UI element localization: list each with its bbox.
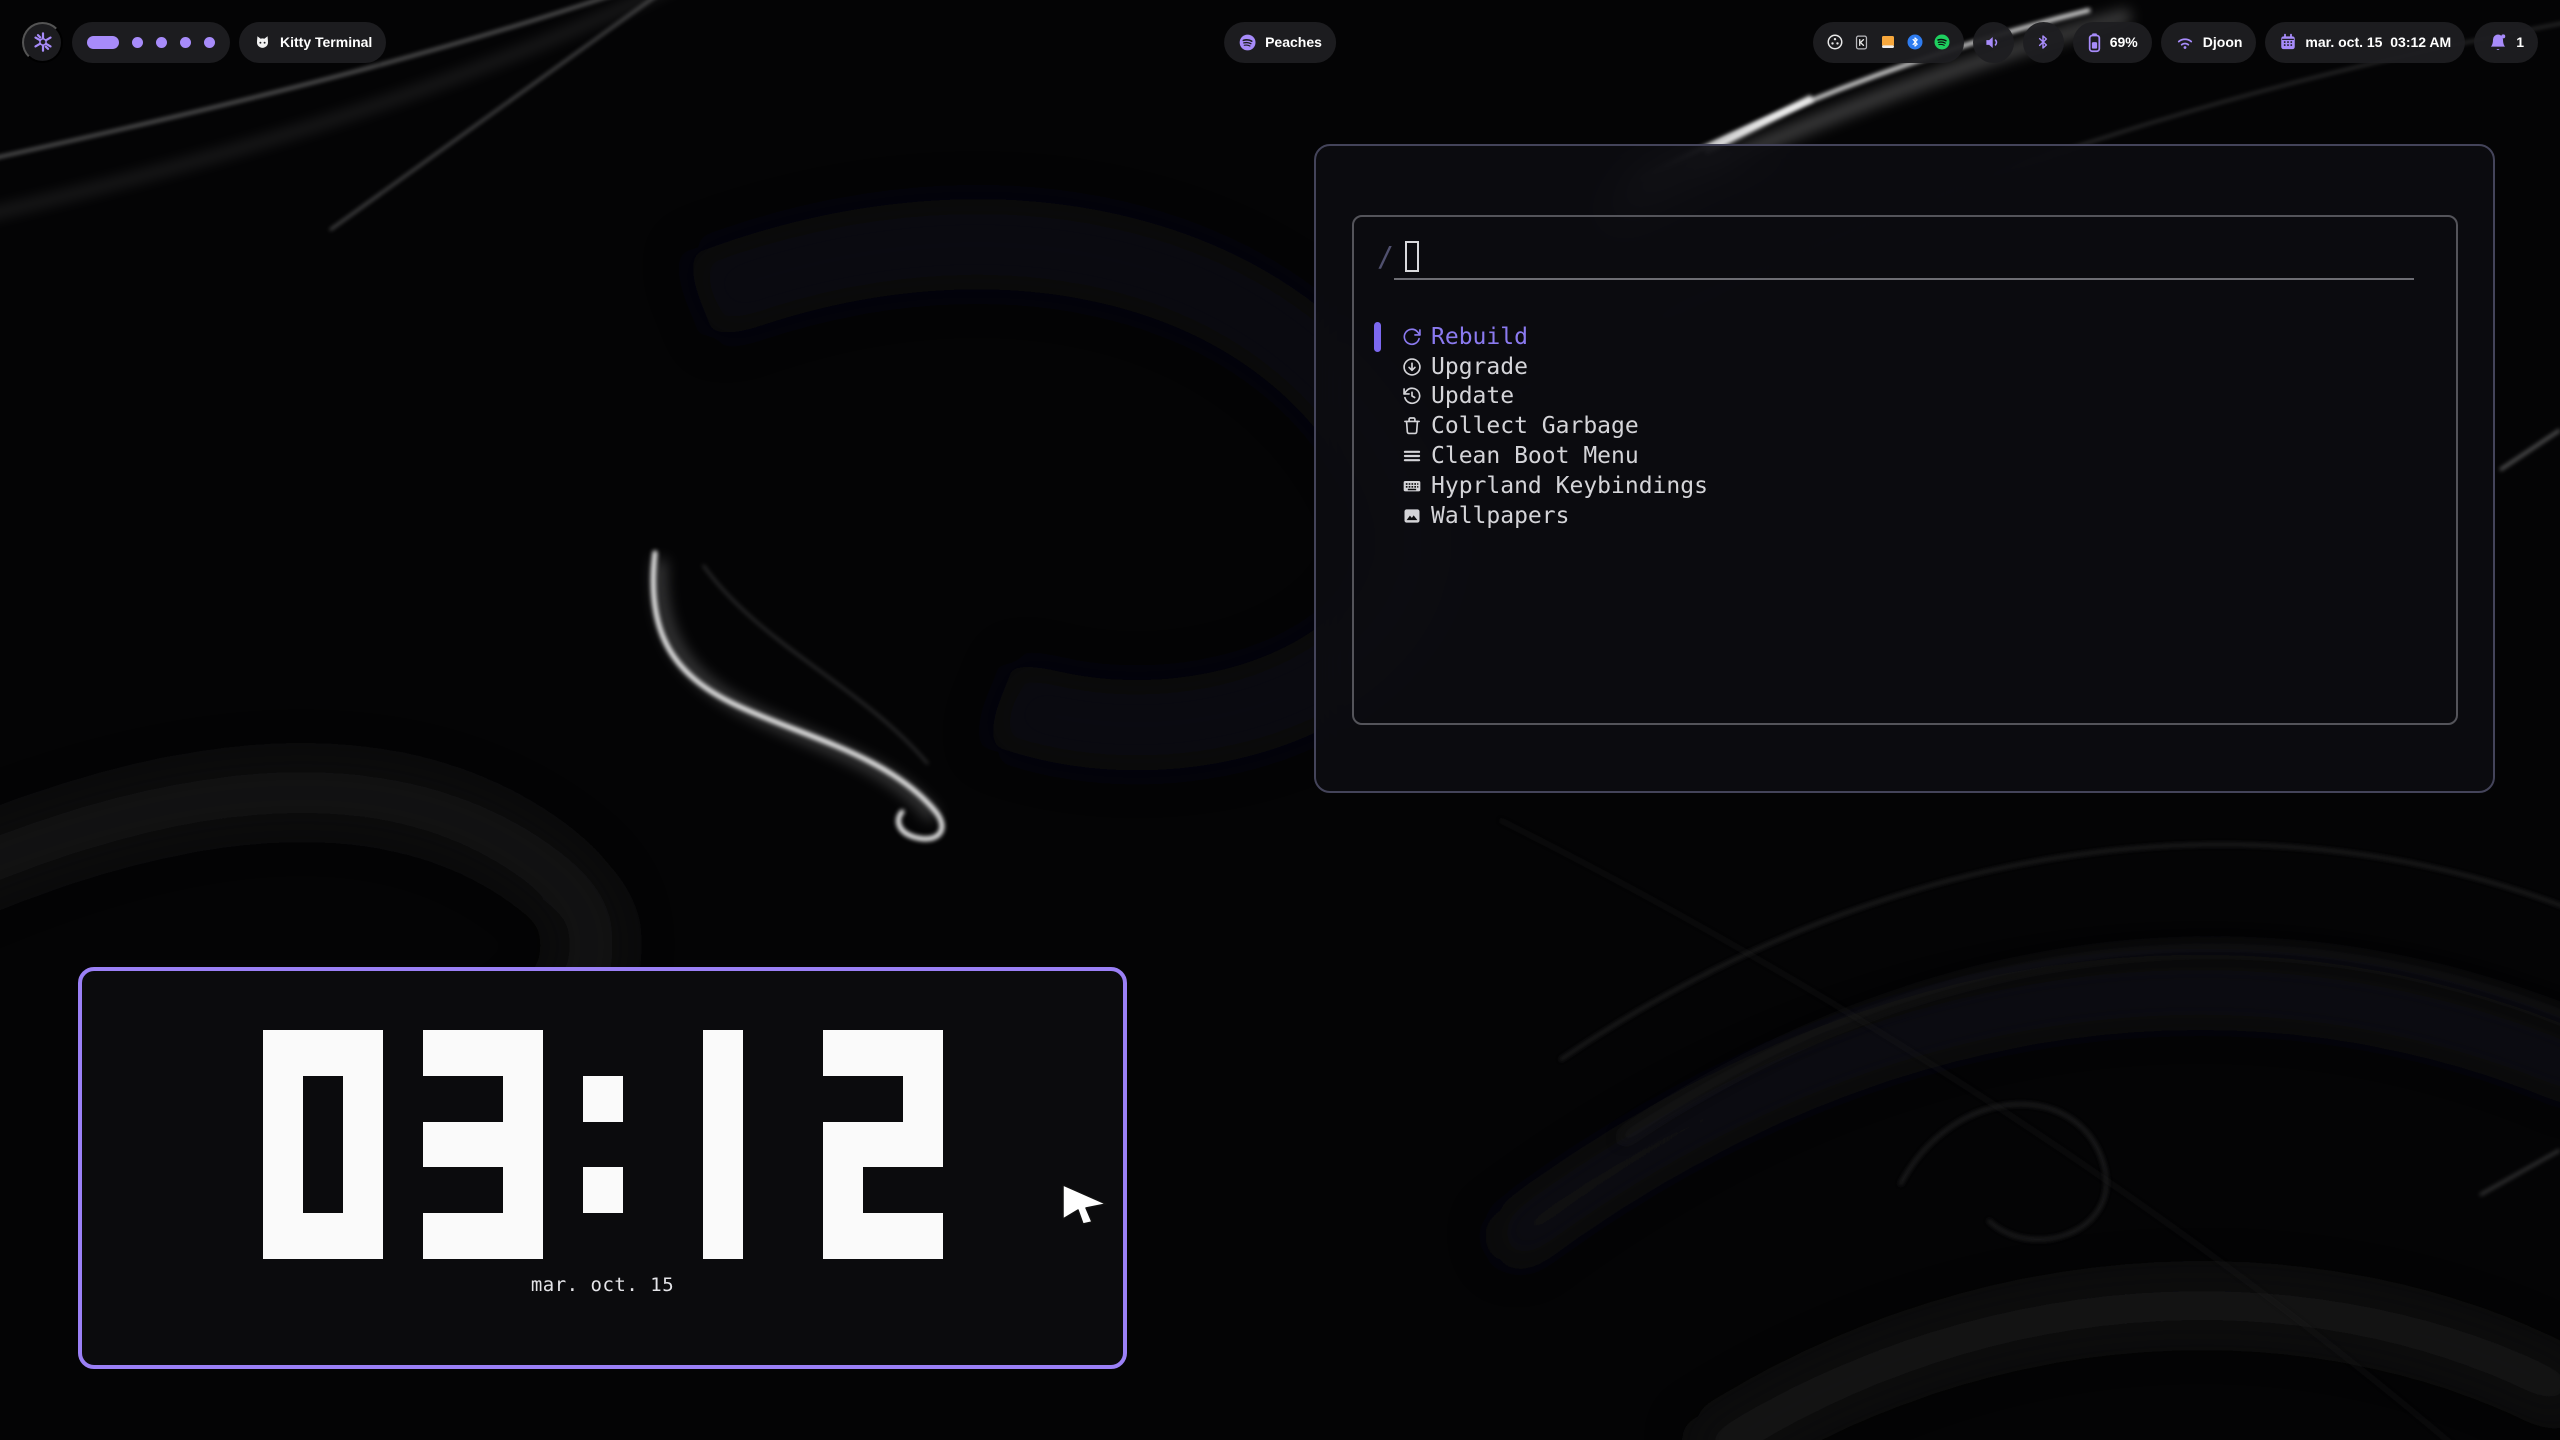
clock-digit <box>423 1030 543 1259</box>
notifications-pill[interactable]: 1 <box>2474 22 2538 63</box>
media-track-title: Peaches <box>1265 34 1322 50</box>
wifi-icon <box>2175 32 2195 52</box>
spotify-badge-icon[interactable] <box>1933 33 1951 51</box>
top-bar-left: Kitty Terminal <box>22 22 386 63</box>
launcher-inner-box: / Rebuild <box>1352 215 2458 725</box>
workspace-dot[interactable] <box>204 37 215 48</box>
system-tray <box>1813 22 1964 63</box>
menu-item-label: Clean Boot Menu <box>1431 443 1639 469</box>
menu-item-label: Wallpapers <box>1431 503 1569 529</box>
launcher-button[interactable] <box>22 22 63 63</box>
datetime-pill[interactable]: mar. oct. 15 03:12 AM <box>2265 22 2465 63</box>
files-icon[interactable] <box>1879 33 1897 51</box>
workspace-dot[interactable] <box>180 37 191 48</box>
menu-item-label: Update <box>1431 383 1514 409</box>
menu-item-wallpapers[interactable]: Wallpapers <box>1374 501 2436 531</box>
keyboard-icon <box>1402 476 1422 496</box>
cat-icon <box>253 33 272 52</box>
battery-icon <box>2087 32 2102 53</box>
menu-item-upgrade[interactable]: Upgrade <box>1374 352 2436 382</box>
snowflake-logo-icon <box>32 31 54 53</box>
menu-lines-icon <box>1402 446 1422 466</box>
volume-pill[interactable] <box>1973 22 2014 63</box>
top-bar-right: 69% Djoon <box>1813 22 2538 63</box>
menu-item-update[interactable]: Update <box>1374 382 2436 412</box>
launcher-panel: / Rebuild <box>1314 144 2495 793</box>
image-icon <box>1402 506 1422 526</box>
notification-count: 1 <box>2516 34 2524 50</box>
clock-digit <box>823 1030 943 1259</box>
media-pill[interactable]: Peaches <box>1224 22 1336 63</box>
menu-item-collect-garbage[interactable]: Collect Garbage <box>1374 411 2436 441</box>
prompt-symbol: / <box>1377 240 1394 273</box>
wifi-pill[interactable]: Djoon <box>2161 22 2257 63</box>
launcher-menu-list: Rebuild Upgrade <box>1374 322 2436 531</box>
workspace-indicator[interactable] <box>72 22 230 63</box>
menu-item-label: Hyprland Keybindings <box>1431 473 1708 499</box>
refresh-icon <box>1402 327 1422 347</box>
trash-icon <box>1402 416 1422 436</box>
text-cursor <box>1405 241 1419 272</box>
menu-item-label: Collect Garbage <box>1431 413 1639 439</box>
clock-digit <box>263 1030 383 1259</box>
menu-item-clean-boot-menu[interactable]: Clean Boot Menu <box>1374 441 2436 471</box>
workspace-dot[interactable] <box>132 37 143 48</box>
disc-icon[interactable] <box>1826 33 1844 51</box>
mouse-cursor <box>1060 1183 1110 1232</box>
selection-bar <box>1374 322 1381 352</box>
clock-time <box>263 1030 943 1259</box>
menu-item-hyprland-keybindings[interactable]: Hyprland Keybindings <box>1374 471 2436 501</box>
active-window-title: Kitty Terminal <box>280 34 372 50</box>
speaker-icon <box>1984 33 2003 52</box>
bell-icon <box>2488 32 2508 52</box>
bluetooth-pill[interactable] <box>2023 22 2064 63</box>
active-window-pill[interactable]: Kitty Terminal <box>239 22 386 63</box>
top-bar-center: Peaches <box>1224 20 1336 64</box>
history-icon <box>1402 386 1422 406</box>
menu-item-label: Upgrade <box>1431 354 1528 380</box>
menu-item-rebuild[interactable]: Rebuild <box>1374 322 2436 352</box>
search-input[interactable]: / <box>1354 217 2456 275</box>
clock-date: mar. oct. 15 <box>531 1274 674 1296</box>
bluetooth-icon <box>2034 33 2052 51</box>
battery-pill[interactable]: 69% <box>2073 22 2152 63</box>
bluetooth-badge-icon[interactable] <box>1906 33 1924 51</box>
calendar-icon <box>2279 33 2297 51</box>
k-app-icon[interactable] <box>1853 34 1870 51</box>
separator <box>1394 278 2414 280</box>
workspace-dot[interactable] <box>156 37 167 48</box>
clock-colon <box>583 1030 623 1259</box>
download-circle-icon <box>1402 357 1422 377</box>
menu-item-label: Rebuild <box>1431 324 1528 350</box>
spotify-icon <box>1238 33 1257 52</box>
datetime-label: mar. oct. 15 03:12 AM <box>2305 34 2451 50</box>
clock-widget: mar. oct. 15 <box>78 967 1127 1369</box>
battery-percent: 69% <box>2110 34 2138 50</box>
clock-digit <box>663 1030 783 1259</box>
top-bar: Kitty Terminal Peaches <box>0 20 2560 64</box>
workspace-pill-active[interactable] <box>87 36 119 49</box>
wifi-network-name: Djoon <box>2203 34 2243 50</box>
